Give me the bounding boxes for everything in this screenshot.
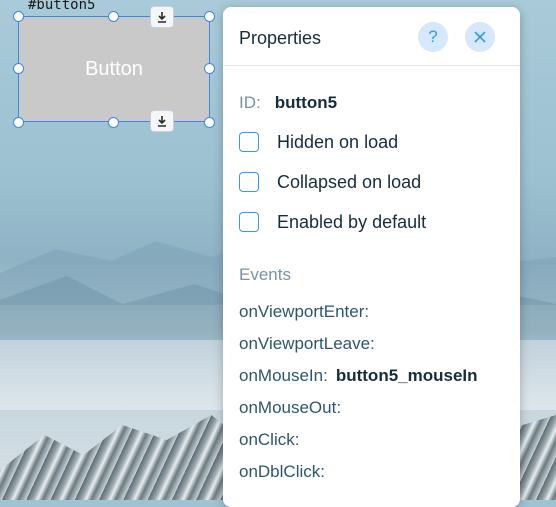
event-handler[interactable]: button5_mouseIn: [336, 366, 478, 385]
resize-handle-left[interactable]: [13, 63, 24, 74]
checkbox[interactable]: [239, 172, 259, 192]
event-name: onViewportEnter:: [239, 302, 370, 321]
event-name: onMouseIn:: [239, 366, 328, 385]
event-on-dbl-click[interactable]: onDblClick:: [239, 462, 333, 482]
checkbox[interactable]: [239, 212, 259, 232]
event-on-viewport-leave[interactable]: onViewportLeave:: [239, 334, 383, 354]
panel-title: Properties: [239, 28, 322, 48]
checkbox-enabled-by-default[interactable]: Enabled by default: [239, 211, 426, 233]
event-on-viewport-enter[interactable]: onViewportEnter:: [239, 302, 377, 322]
id-value[interactable]: button5: [275, 93, 337, 112]
checkbox[interactable]: [239, 132, 259, 152]
properties-panel: Properties ? ID: button5 Hidden on load C…: [223, 7, 520, 507]
event-name: onMouseOut:: [239, 398, 342, 417]
stretch-top-button[interactable]: [150, 6, 174, 28]
resize-handle-bottom-left[interactable]: [13, 117, 24, 128]
event-on-click[interactable]: onClick:: [239, 430, 307, 450]
download-arrow-icon: [158, 116, 166, 127]
close-button[interactable]: [465, 22, 495, 52]
checkbox-label: Enabled by default: [277, 211, 427, 232]
help-icon: ?: [428, 27, 438, 46]
stretch-bottom-button[interactable]: [150, 110, 174, 132]
panel-header: Properties ?: [223, 7, 520, 66]
event-name: onClick:: [239, 430, 300, 449]
download-arrow-icon: [158, 12, 166, 23]
canvas-button-label: Button: [85, 57, 143, 80]
element-id-label: #button5: [28, 0, 96, 13]
resize-handle-top-left[interactable]: [13, 11, 24, 22]
resize-handle-bottom[interactable]: [108, 117, 119, 128]
checkbox-label: Hidden on load: [277, 131, 399, 152]
resize-handle-top[interactable]: [108, 11, 119, 22]
id-row: ID: button5: [239, 93, 337, 113]
id-label: ID:: [239, 93, 261, 112]
event-name: onViewportLeave:: [239, 334, 375, 353]
canvas-button-element[interactable]: Button: [18, 16, 210, 122]
resize-handle-right[interactable]: [204, 63, 215, 74]
checkbox-hidden-on-load[interactable]: Hidden on load: [239, 131, 398, 153]
resize-handle-top-right[interactable]: [204, 11, 215, 22]
event-on-mouse-in[interactable]: onMouseIn: button5_mouseIn: [239, 366, 478, 386]
events-section-title: Events: [239, 265, 291, 284]
checkbox-label: Collapsed on load: [277, 171, 422, 192]
checkbox-collapsed-on-load[interactable]: Collapsed on load: [239, 171, 421, 193]
event-on-mouse-out[interactable]: onMouseOut:: [239, 398, 349, 418]
event-name: onDblClick:: [239, 462, 325, 481]
help-button[interactable]: ?: [418, 22, 448, 52]
close-icon: [474, 31, 486, 43]
resize-handle-bottom-right[interactable]: [204, 117, 215, 128]
